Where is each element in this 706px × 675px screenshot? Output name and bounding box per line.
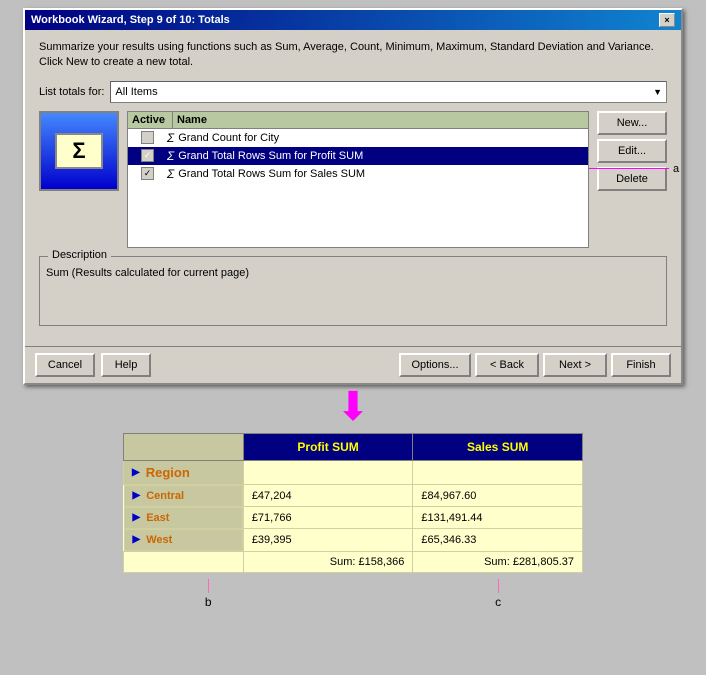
west-sales: £65,346.33 — [413, 529, 583, 552]
expand-icon-west: ▶ — [133, 534, 141, 545]
dialog-content: Summarize your results using functions s… — [25, 30, 681, 346]
region-sales-empty — [413, 460, 583, 484]
list-header: Active Name — [127, 111, 589, 128]
title-bar-controls: × — [659, 13, 675, 27]
main-area: Σ Active Name — [39, 111, 667, 248]
central-profit: £47,204 — [243, 484, 413, 507]
down-arrow-icon: ⬇ — [336, 387, 370, 427]
east-sales: £131,491.44 — [413, 507, 583, 529]
region-central-label: Central — [146, 490, 184, 502]
result-table: Profit SUM Sales SUM ▶ Region ▶ Central — [123, 433, 583, 573]
right-buttons: New... Edit... Delete a — [597, 111, 667, 248]
checkbox-col: ✓ — [132, 149, 167, 162]
arrow-area: ⬇ — [123, 387, 583, 427]
table-header-sales: Sales SUM — [413, 433, 583, 460]
annotation-line — [588, 156, 589, 157]
next-button[interactable]: Next > — [543, 353, 607, 377]
annotation-a-area: a — [589, 163, 679, 175]
table-header-profit: Profit SUM — [243, 433, 413, 460]
list-panel: Active Name Σ Grand Count for City — [127, 111, 589, 248]
checkbox-col: ✓ — [132, 167, 167, 180]
listtotals-label: List totals for: — [39, 86, 104, 98]
dialog-window: Workbook Wizard, Step 9 of 10: Totals × … — [23, 8, 683, 385]
region-west-cell: ▶ West — [124, 529, 243, 551]
sum-row: Sum: £158,366 Sum: £281,805.37 — [124, 551, 583, 572]
table-row: ▶ West £39,395 £65,346.33 — [124, 529, 583, 552]
description-content: Sum (Results calculated for current page… — [46, 261, 660, 321]
header-active: Active — [128, 112, 173, 128]
sigma-icon-2: Σ — [167, 149, 174, 163]
region-central-cell: ▶ Central — [124, 485, 243, 507]
table-row: ▶ Central £47,204 £84,967.60 — [124, 484, 583, 507]
description-section: Description Sum (Results calculated for … — [39, 256, 667, 326]
table-labels: b c — [123, 579, 583, 609]
footer-right: Options... < Back Next > Finish — [399, 353, 671, 377]
main-description: Summarize your results using functions s… — [39, 40, 667, 71]
west-profit: £39,395 — [243, 529, 413, 552]
annotation-a-label: a — [673, 163, 679, 175]
expand-icon-central: ▶ — [133, 490, 141, 501]
help-button[interactable]: Help — [101, 353, 151, 377]
checkbox-col — [132, 131, 167, 144]
sum-empty-cell — [124, 551, 244, 572]
edit-button[interactable]: Edit... — [597, 139, 667, 163]
listtotals-value: All Items — [115, 86, 157, 98]
region-east-cell: ▶ East — [124, 507, 243, 529]
dropdown-arrow-icon: ▼ — [653, 87, 662, 97]
east-profit: £71,766 — [243, 507, 413, 529]
item-name-1: Σ Grand Count for City — [167, 131, 584, 145]
sigma-icon-3: Σ — [167, 167, 174, 181]
item-checkbox-2[interactable]: ✓ — [141, 149, 154, 162]
sigma-symbol: Σ — [72, 138, 85, 164]
finish-button[interactable]: Finish — [611, 353, 671, 377]
label-c: c — [495, 595, 501, 609]
item-checkbox-1[interactable] — [141, 131, 154, 144]
label-c-item: c — [495, 579, 501, 609]
label-b: b — [205, 595, 212, 609]
description-legend: Description — [48, 249, 111, 261]
title-bar: Workbook Wizard, Step 9 of 10: Totals × — [25, 10, 681, 30]
item-name-3: Σ Grand Total Rows Sum for Sales SUM — [167, 167, 584, 181]
item-name-2: Σ Grand Total Rows Sum for Profit SUM — [167, 149, 584, 163]
region-west-label: West — [146, 534, 172, 546]
close-button[interactable]: × — [659, 13, 675, 27]
label-b-connector — [208, 579, 209, 593]
result-table-wrapper: Profit SUM Sales SUM ▶ Region ▶ Central — [123, 433, 583, 573]
annotation-line-a — [589, 168, 669, 169]
cancel-button[interactable]: Cancel — [35, 353, 95, 377]
options-button[interactable]: Options... — [399, 353, 471, 377]
back-button[interactable]: < Back — [475, 353, 539, 377]
sum-profit: Sum: £158,366 — [243, 551, 413, 572]
wizard-icon-area: Σ — [39, 111, 119, 191]
listtotals-row: List totals for: All Items ▼ — [39, 81, 667, 103]
new-button[interactable]: New... — [597, 111, 667, 135]
list-item[interactable]: ✓ Σ Grand Total Rows Sum for Sales SUM — [128, 165, 588, 183]
region-profit-empty — [243, 460, 413, 484]
sigma-icon-1: Σ — [167, 131, 174, 145]
label-b-item: b — [205, 579, 212, 609]
region-east-label: East — [146, 512, 169, 524]
list-item[interactable]: Σ Grand Count for City — [128, 129, 588, 147]
totals-list[interactable]: Σ Grand Count for City ✓ Σ Grand Total R… — [127, 128, 589, 248]
table-row-region-header: ▶ Region — [124, 460, 583, 484]
dialog-footer: Cancel Help Options... < Back Next > Fin… — [25, 346, 681, 383]
sum-sales: Sum: £281,805.37 — [413, 551, 583, 572]
item-checkbox-3[interactable]: ✓ — [141, 167, 154, 180]
central-sales: £84,967.60 — [413, 484, 583, 507]
label-c-connector — [498, 579, 499, 593]
expand-icon: ▶ — [132, 467, 140, 478]
title-bar-text: Workbook Wizard, Step 9 of 10: Totals — [31, 14, 230, 26]
header-name: Name — [173, 112, 588, 128]
sigma-box: Σ — [55, 133, 103, 169]
table-header-empty — [124, 433, 244, 460]
region-label: Region — [146, 465, 190, 480]
table-row: ▶ East £71,766 £131,491.44 — [124, 507, 583, 529]
listtotals-select[interactable]: All Items ▼ — [110, 81, 667, 103]
region-header-cell: ▶ Region — [124, 460, 244, 484]
expand-icon-east: ▶ — [133, 512, 141, 523]
list-item[interactable]: ✓ Σ Grand Total Rows Sum for Profit SUM — [128, 147, 588, 165]
footer-left: Cancel Help — [35, 353, 151, 377]
